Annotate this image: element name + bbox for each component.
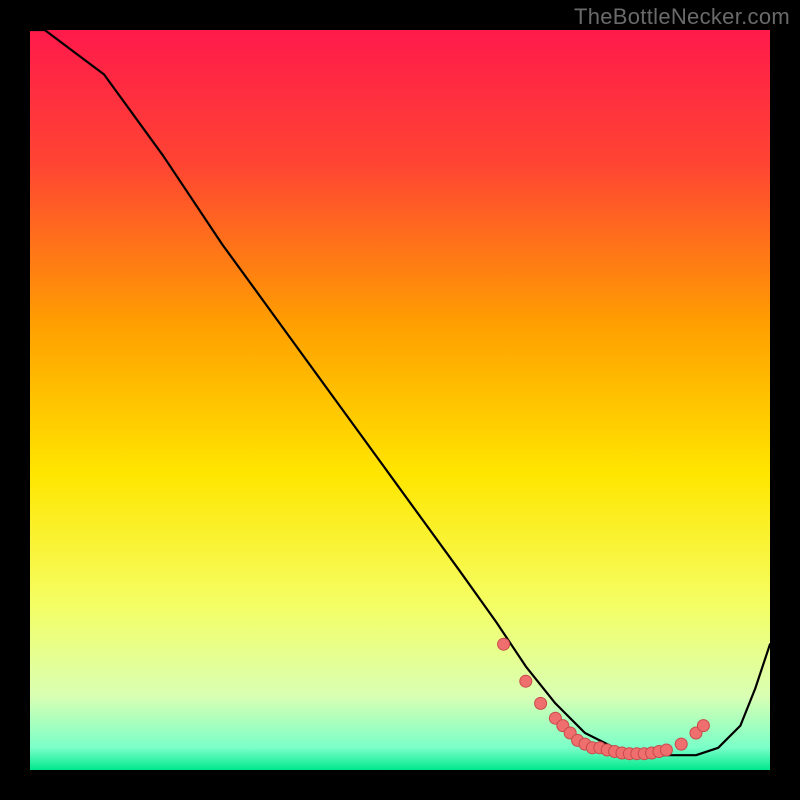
valley-dot (535, 697, 547, 709)
valley-dot (498, 638, 510, 650)
valley-dot (697, 720, 709, 732)
valley-dot (520, 675, 532, 687)
chart-frame: TheBottleNecker.com (0, 0, 800, 800)
gradient-background (30, 30, 770, 770)
chart-svg (0, 0, 800, 800)
valley-dot (660, 744, 672, 756)
valley-dot (675, 738, 687, 750)
